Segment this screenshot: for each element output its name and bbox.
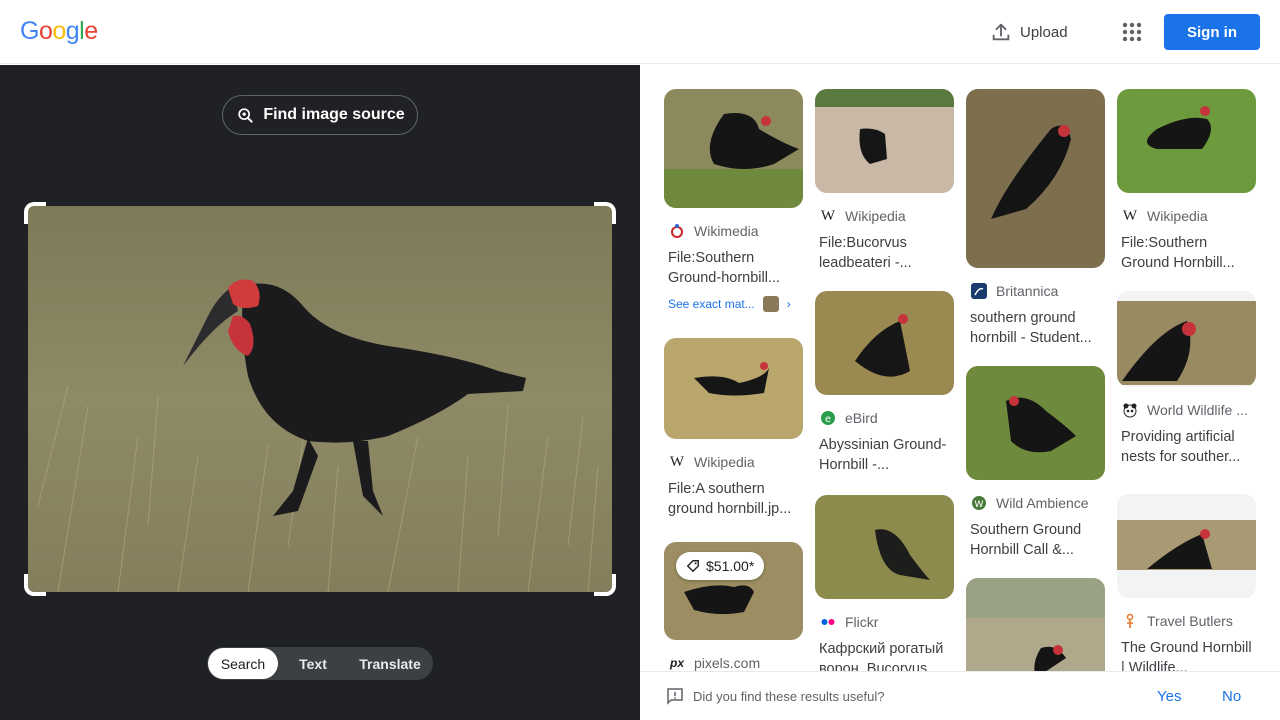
result-card[interactable]: W Wikipedia File:Southern Ground Hornbil… — [1117, 89, 1256, 273]
result-thumbnail[interactable] — [815, 495, 954, 599]
result-card[interactable]: W Wikipedia File:Bucorvus leadbeateri -.… — [815, 89, 954, 273]
mode-switcher: Search Text Translate — [207, 647, 433, 680]
tab-text[interactable]: Text — [278, 648, 348, 679]
result-card[interactable] — [966, 578, 1105, 671]
price-tag-icon — [686, 560, 699, 573]
result-thumbnail[interactable] — [966, 89, 1105, 268]
result-thumbnail[interactable] — [664, 338, 803, 439]
feedback-no-button[interactable]: No — [1222, 688, 1241, 705]
upload-label: Upload — [1020, 23, 1068, 41]
result-thumbnail[interactable] — [1117, 89, 1256, 193]
result-card[interactable]: Britannica southern ground hornbill - St… — [966, 89, 1105, 348]
visual-matches-panel: Wikimedia File:Southern Ground-hornbill.… — [640, 65, 1280, 671]
result-source: Wild Ambience — [996, 495, 1089, 511]
see-exact-matches-link[interactable]: See exact mat... › — [664, 296, 803, 312]
wikipedia-favicon-icon: W — [820, 207, 836, 224]
result-title[interactable]: Southern Ground Hornbill Call &... — [966, 520, 1105, 560]
result-title[interactable]: southern ground hornbill - Student... — [966, 308, 1105, 348]
result-thumbnail[interactable] — [815, 89, 954, 193]
result-card[interactable]: Wikimedia File:Southern Ground-hornbill.… — [664, 89, 803, 312]
crop-handle-top-left[interactable] — [24, 202, 46, 224]
result-card[interactable]: World Wildlife ... Providing artificial … — [1117, 291, 1256, 467]
top-bar: G o o g l e Upload Sign in — [0, 0, 1280, 64]
tab-search[interactable]: Search — [208, 648, 278, 679]
result-source: eBird — [845, 410, 878, 426]
price-badge: $51.00* — [676, 552, 765, 580]
find-image-source-button[interactable]: Find image source — [222, 95, 418, 135]
result-thumbnail[interactable] — [1117, 494, 1256, 598]
google-logo[interactable]: G o o g l e — [20, 17, 98, 46]
query-image-pane: Find image source Search Text Translate — [0, 65, 640, 720]
google-apps-icon[interactable] — [1120, 20, 1144, 44]
ebird-favicon-icon: e — [819, 409, 837, 427]
see-exact-matches-label: See exact mat... — [668, 297, 755, 311]
result-thumbnail[interactable] — [664, 89, 803, 208]
upload-icon — [992, 23, 1010, 41]
result-card[interactable]: W Wikipedia File:A southern ground hornb… — [664, 338, 803, 519]
sign-in-button[interactable]: Sign in — [1164, 14, 1260, 50]
feedback-bar: Did you find these results useful? Yes N… — [640, 671, 1280, 720]
result-source: Flickr — [845, 614, 879, 630]
result-card[interactable]: W Wild Ambience Southern Ground Hornbill… — [966, 366, 1105, 560]
result-title[interactable]: The Ground Hornbill | Wildlife... — [1117, 638, 1256, 671]
feedback-icon — [667, 688, 683, 705]
svg-text:W: W — [975, 500, 984, 510]
feedback-question: Did you find these results useful? — [693, 688, 885, 704]
result-title[interactable]: Providing artificial nests for souther..… — [1117, 427, 1256, 467]
result-source: Wikimedia — [694, 223, 759, 239]
result-title[interactable]: Кафрский рогатый ворон, Bucorvus... — [815, 639, 954, 671]
query-photo[interactable] — [28, 206, 612, 592]
crop-handle-bottom-right[interactable] — [594, 574, 616, 596]
wikipedia-favicon-icon: W — [669, 453, 685, 470]
logo-letter: G — [20, 17, 39, 45]
logo-letter: o — [38, 17, 53, 45]
result-source: Travel Butlers — [1147, 613, 1233, 629]
exact-match-thumbnail — [762, 296, 779, 312]
result-thumbnail[interactable] — [966, 366, 1105, 480]
result-card[interactable]: Travel Butlers The Ground Hornbill | Wil… — [1117, 494, 1256, 671]
result-source: Wikipedia — [845, 208, 906, 224]
logo-letter: g — [65, 17, 80, 45]
result-title[interactable]: File:A southern ground hornbill.jp... — [664, 479, 803, 519]
travel-butlers-favicon-icon — [1121, 612, 1139, 630]
result-title[interactable]: File:Southern Ground-hornbill... — [664, 248, 803, 288]
result-card[interactable]: Flickr Кафрский рогатый ворон, Bucorvus.… — [815, 495, 954, 671]
lens-search-icon — [238, 108, 253, 123]
wikipedia-favicon-icon: W — [1122, 207, 1138, 224]
wikimedia-favicon-icon — [668, 222, 686, 240]
britannica-favicon-icon — [970, 282, 988, 300]
crop-handle-bottom-left[interactable] — [24, 574, 46, 596]
wwf-panda-favicon-icon — [1121, 401, 1139, 419]
pixels-favicon-icon: px — [669, 656, 684, 670]
result-card[interactable]: $51.00* px pixels.com — [664, 542, 803, 671]
result-thumbnail[interactable] — [966, 578, 1105, 671]
tab-translate[interactable]: Translate — [348, 648, 432, 679]
price-label: $51.00* — [706, 558, 755, 574]
result-thumbnail[interactable] — [815, 291, 954, 395]
result-card[interactable]: e eBird Abyssinian Ground-Hornbill -... — [815, 291, 954, 475]
chevron-right-icon: › — [786, 297, 791, 311]
result-title[interactable]: File:Southern Ground Hornbill... — [1117, 233, 1256, 273]
logo-letter: e — [84, 17, 98, 45]
result-source: Wikipedia — [1147, 208, 1208, 224]
result-source: World Wildlife ... — [1147, 402, 1248, 418]
result-thumbnail[interactable] — [1117, 291, 1256, 387]
upload-button[interactable]: Upload — [990, 18, 1068, 46]
flickr-favicon-icon — [819, 613, 837, 631]
result-source: Wikipedia — [694, 454, 755, 470]
result-title[interactable]: Abyssinian Ground-Hornbill -... — [815, 435, 954, 475]
logo-letter: o — [52, 17, 66, 45]
svg-text:e: e — [825, 414, 831, 425]
result-source: Britannica — [996, 283, 1059, 299]
result-source: pixels.com — [694, 655, 761, 671]
crop-handle-top-right[interactable] — [594, 202, 616, 224]
result-title[interactable]: File:Bucorvus leadbeateri -... — [815, 233, 954, 273]
wild-ambience-favicon-icon: W — [970, 494, 988, 512]
feedback-yes-button[interactable]: Yes — [1157, 688, 1181, 705]
find-image-source-label: Find image source — [263, 106, 405, 123]
